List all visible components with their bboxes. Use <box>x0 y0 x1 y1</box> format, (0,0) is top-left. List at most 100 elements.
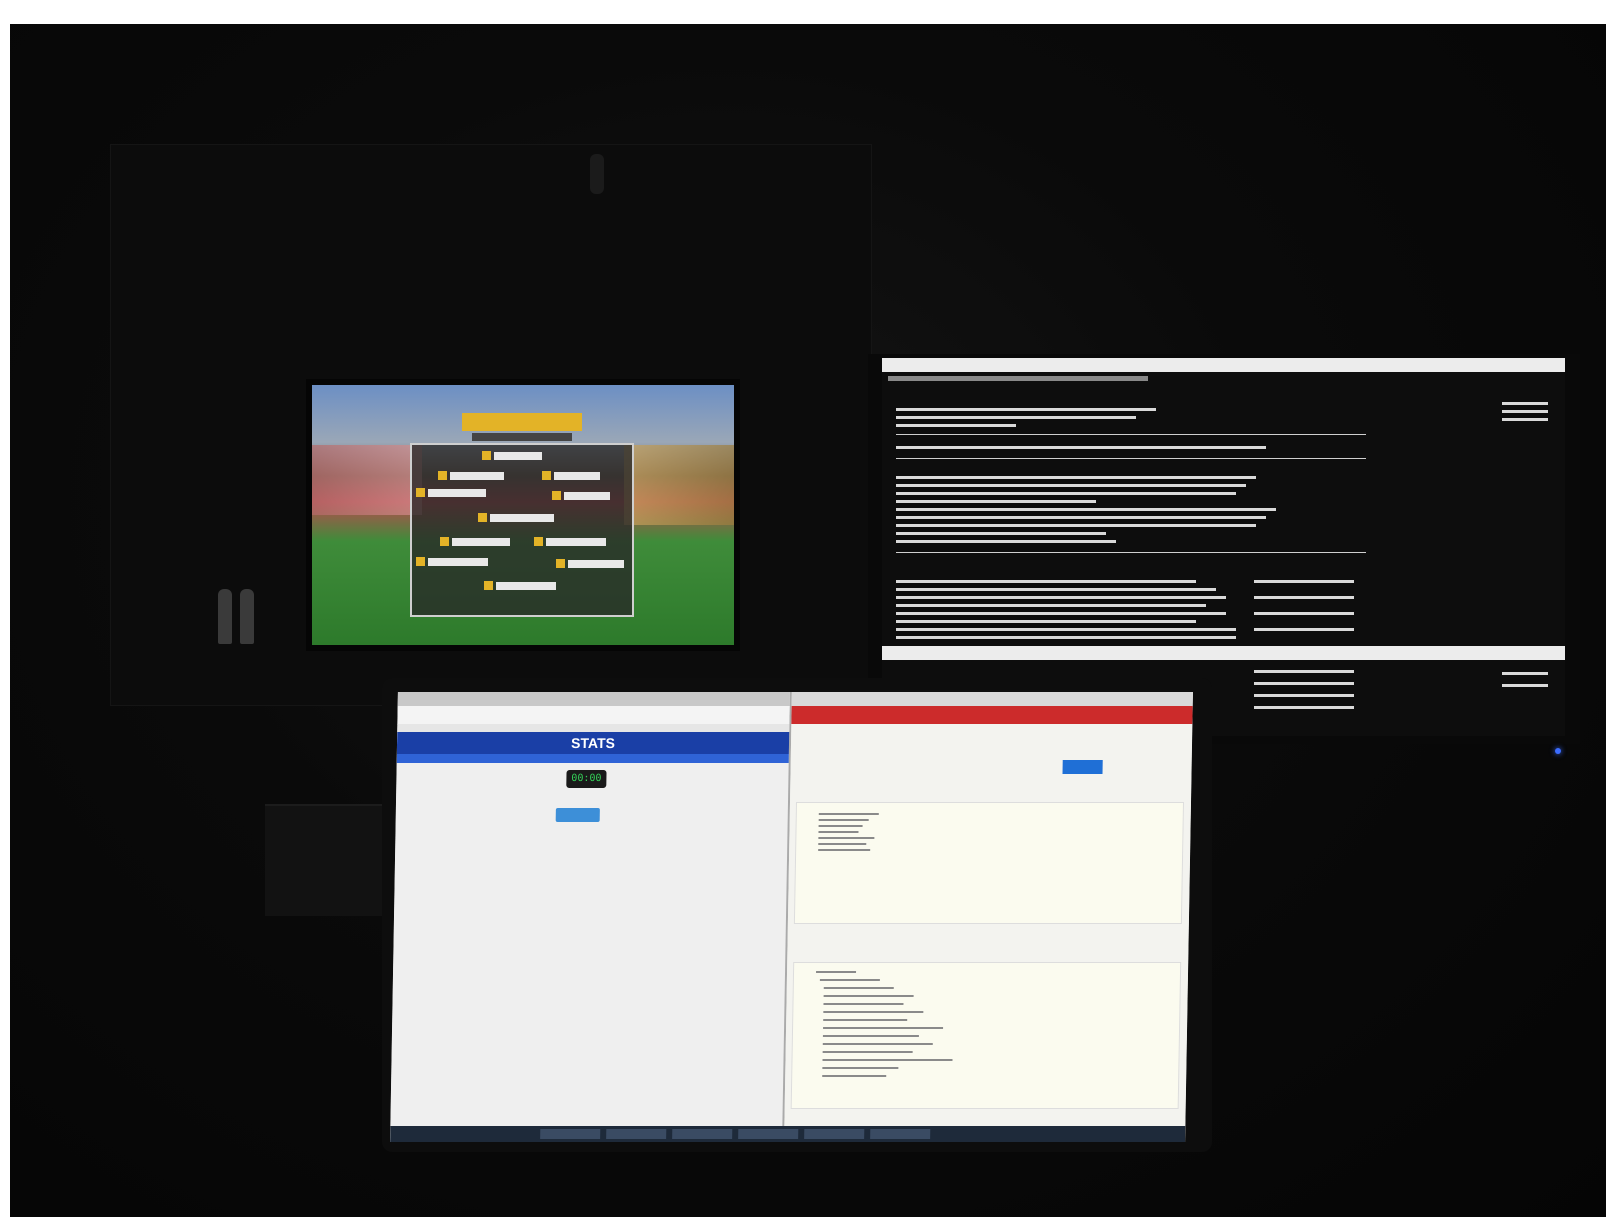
browser-window: STATS 00:00 <box>390 692 792 1142</box>
ide-toolbar[interactable] <box>791 706 1193 724</box>
stadium-stands-right <box>624 445 734 525</box>
code-line <box>816 971 857 973</box>
player-tag <box>556 559 624 568</box>
terminal-line <box>1254 670 1354 673</box>
taskbar[interactable] <box>390 1126 1186 1142</box>
bookmarks-bar[interactable] <box>397 724 790 732</box>
player-tag <box>478 513 554 522</box>
player-tag <box>484 581 556 590</box>
terminal-line <box>896 408 1156 411</box>
code-line <box>819 979 880 981</box>
code-line <box>818 843 867 845</box>
terminal-line <box>896 446 1266 449</box>
player-tag <box>438 471 504 480</box>
tv <box>306 379 740 651</box>
code-line <box>818 825 863 827</box>
bottle <box>240 589 254 644</box>
terminal-line <box>896 596 1226 599</box>
terminal-line <box>1254 682 1354 685</box>
response-viewer[interactable] <box>790 962 1182 1109</box>
terminal-line <box>896 636 1236 639</box>
code-line <box>822 1043 933 1045</box>
terminal-line <box>896 628 1236 631</box>
terminal-line <box>1254 612 1354 615</box>
terminal-divider <box>896 552 1366 553</box>
taskbar-item[interactable] <box>672 1129 733 1139</box>
cabinet <box>265 804 385 916</box>
terminal-tabs <box>888 376 1148 381</box>
player-tag <box>416 557 488 566</box>
terminal-line <box>896 484 1246 487</box>
terminal-minimap <box>1502 672 1548 675</box>
ide-send-button[interactable] <box>1062 760 1103 774</box>
start-button[interactable] <box>555 808 600 822</box>
code-line <box>823 1027 944 1029</box>
terminal-line <box>1254 628 1354 631</box>
terminal-line <box>1254 580 1354 583</box>
laptop: STATS 00:00 <box>382 678 1212 1152</box>
terminal-line <box>896 476 1256 479</box>
terminal-window <box>882 358 1565 648</box>
code-line <box>818 813 879 815</box>
terminal-minimap <box>1502 402 1548 405</box>
code-line <box>818 849 871 851</box>
stadium-stands-left <box>312 445 422 515</box>
terminal-line <box>896 588 1216 591</box>
terminal-divider <box>896 458 1366 459</box>
code-line <box>818 831 859 833</box>
code-line <box>818 819 869 821</box>
taskbar-item[interactable] <box>540 1129 601 1139</box>
terminal-line <box>896 540 1116 543</box>
taskbar-item[interactable] <box>804 1129 865 1139</box>
terminal-line <box>1254 596 1354 599</box>
lamp <box>590 154 604 194</box>
terminal-line <box>896 524 1256 527</box>
code-line <box>823 1011 924 1013</box>
tv-screen <box>312 385 734 645</box>
code-line <box>823 995 914 997</box>
terminal-divider <box>896 434 1366 435</box>
player-tag <box>542 471 600 480</box>
terminal-line <box>896 508 1276 511</box>
browser-address-bar[interactable] <box>397 706 790 725</box>
code-line <box>823 1003 904 1005</box>
player-tag <box>440 537 510 546</box>
terminal-minimap <box>1502 410 1548 413</box>
laptop-screen: STATS 00:00 <box>390 692 1193 1142</box>
terminal-line <box>896 532 1106 535</box>
taskbar-item[interactable] <box>738 1129 799 1139</box>
power-led <box>1555 748 1561 754</box>
player-tag <box>534 537 606 546</box>
code-line <box>822 1067 899 1069</box>
code-line <box>822 1051 913 1053</box>
lineup-subtitle-bar <box>472 433 572 441</box>
code-line <box>823 987 894 989</box>
terminal-line <box>896 620 1196 623</box>
photo: STATS 00:00 <box>10 24 1606 1217</box>
code-line <box>822 1075 887 1077</box>
timer-display: 00:00 <box>566 770 607 788</box>
ide-window <box>784 692 1193 1142</box>
browser-tab-strip[interactable] <box>397 692 790 706</box>
terminal-line <box>896 500 1096 503</box>
terminal-minimap <box>1502 418 1548 421</box>
player-tag <box>482 451 542 460</box>
terminal-line <box>896 580 1196 583</box>
player-tag <box>552 491 610 500</box>
terminal-line <box>896 516 1266 519</box>
taskbar-item[interactable] <box>606 1129 667 1139</box>
terminal-line <box>896 604 1206 607</box>
lineup-panel <box>410 443 634 617</box>
code-line <box>822 1059 953 1061</box>
lineup-title-banner <box>462 413 582 431</box>
code-line <box>823 1019 908 1021</box>
code-line <box>822 1035 919 1037</box>
player-tag <box>416 488 486 497</box>
ide-menubar[interactable] <box>791 692 1193 706</box>
taskbar-item[interactable] <box>870 1129 931 1139</box>
stats-header: STATS <box>396 732 790 754</box>
terminal-line <box>896 492 1236 495</box>
bottle <box>218 589 232 644</box>
request-editor[interactable] <box>793 802 1185 924</box>
stats-subheader <box>396 754 789 763</box>
